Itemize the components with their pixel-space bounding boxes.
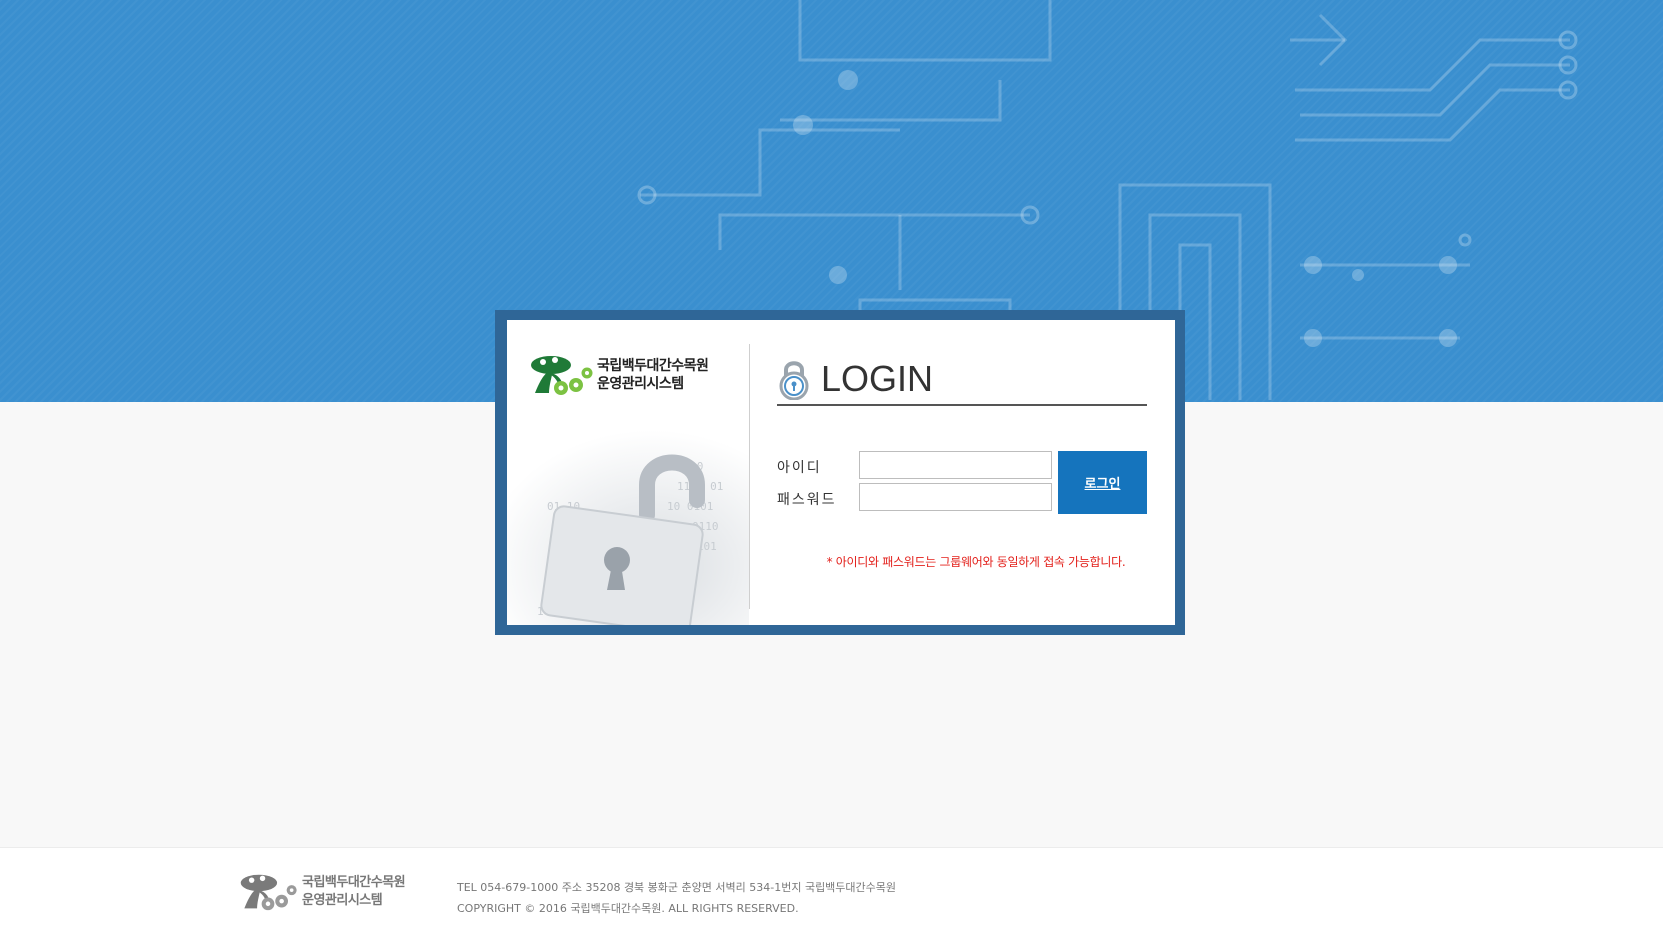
footer-org-name: 국립백두대간수목원 <box>302 875 406 890</box>
login-notice: * 아이디와 패스워드는 그룹웨어와 동일하게 접속 가능합니다. <box>826 555 1126 569</box>
login-brand-pane: 국립백두대간수목원 운영관리시스템 0101 10 1100 01 10 010… <box>507 320 749 625</box>
tree-logo-icon <box>240 874 297 911</box>
footer-system-name: 운영관리시스템 <box>302 893 383 908</box>
footer-info: TEL 054-679-1000 주소 35208 경북 봉화군 춘양면 서벽리… <box>457 877 896 919</box>
pane-divider <box>749 344 750 609</box>
footer-contact: TEL 054-679-1000 주소 35208 경북 봉화군 춘양면 서벽리… <box>457 881 897 894</box>
brand-logo: 국립백두대간수목원 운영관리시스템 <box>529 353 709 397</box>
footer-logo: 국립백두대간수목원 운영관리시스템 <box>238 872 406 912</box>
padlock-icon <box>779 361 809 400</box>
login-panel-frame: 국립백두대간수목원 운영관리시스템 0101 10 1100 01 10 010… <box>495 310 1185 635</box>
footer: 국립백두대간수목원 운영관리시스템 TEL 054-679-1000 주소 35… <box>0 847 1663 944</box>
login-panel: 국립백두대간수목원 운영관리시스템 0101 10 1100 01 10 010… <box>507 320 1175 625</box>
id-input[interactable] <box>859 451 1052 479</box>
unlocked-padlock-icon: 0101 10 1100 01 10 0101 0110 01 101 01 1… <box>507 430 749 625</box>
id-label: 아이디 <box>777 460 822 476</box>
brand-system-name: 운영관리시스템 <box>597 376 684 392</box>
login-title: LOGIN <box>821 358 934 399</box>
footer-copyright: COPYRIGHT © 2016 국립백두대간수목원. ALL RIGHTS R… <box>457 902 799 915</box>
tree-logo-icon <box>531 356 593 395</box>
login-form-pane: LOGIN 아이디 패스워드 로그인 * 아이디와 패스워드는 그룹웨어와 동일… <box>777 320 1147 625</box>
password-label: 패스워드 <box>777 492 837 508</box>
brand-org-name: 국립백두대간수목원 <box>597 358 709 374</box>
login-heading: LOGIN <box>777 354 1147 406</box>
login-button[interactable]: 로그인 <box>1058 451 1147 514</box>
password-input[interactable] <box>859 483 1052 511</box>
